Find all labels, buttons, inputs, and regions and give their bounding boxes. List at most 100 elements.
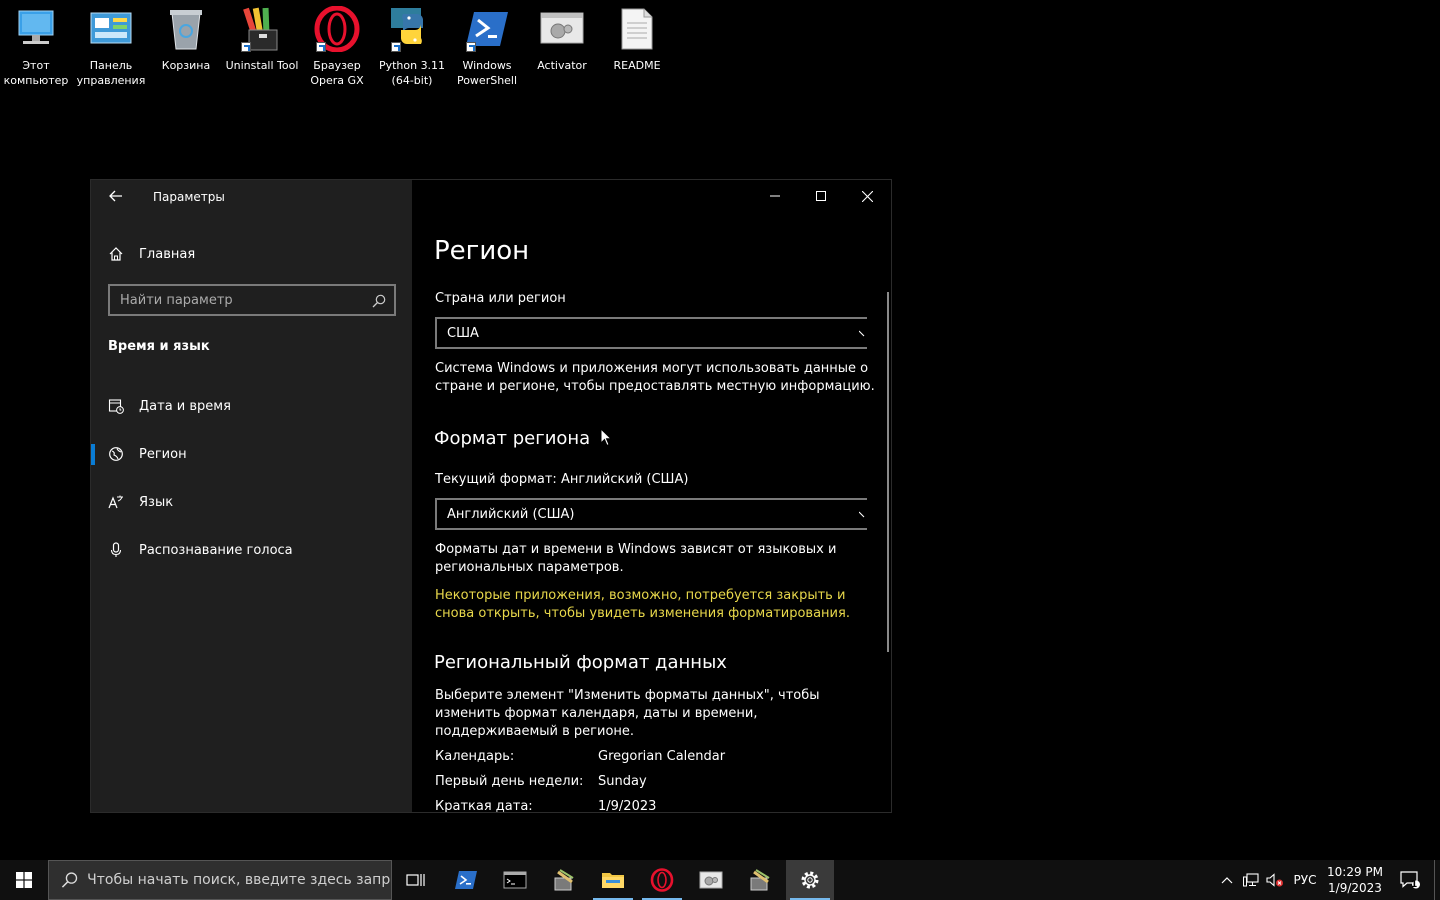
- desktop-icon-activator[interactable]: Activator: [524, 6, 600, 73]
- taskbar-powershell[interactable]: [442, 860, 490, 900]
- row-key: Краткая дата:: [435, 799, 533, 812]
- desktop-icon-python[interactable]: Python 3.11 (64-bit): [374, 6, 450, 88]
- desktop-icon-opera-gx[interactable]: Браузер Opera GX: [299, 6, 375, 88]
- country-dropdown-value: США: [447, 325, 479, 341]
- row-value: Sunday: [598, 774, 647, 789]
- country-dropdown[interactable]: США: [435, 317, 867, 349]
- task-view-icon: [406, 874, 425, 886]
- taskbar: Чтобы начать поиск, введите здесь запрос…: [0, 860, 1440, 900]
- desktop-icon-label: Этот компьютер: [3, 59, 69, 87]
- taskbar-command-prompt[interactable]: [491, 860, 539, 900]
- desktop-icon-label: Windows PowerShell: [456, 59, 518, 87]
- taskbar-opera-gx[interactable]: [638, 860, 686, 900]
- start-button[interactable]: [0, 860, 48, 900]
- task-view-button[interactable]: [392, 860, 440, 900]
- taskbar-installer-a[interactable]: [540, 860, 588, 900]
- chevron-down-icon: [859, 511, 865, 518]
- input-language-button[interactable]: РУС: [1288, 860, 1322, 900]
- minimize-button[interactable]: [752, 180, 798, 212]
- format-description: Форматы дат и времени в Windows зависят …: [435, 542, 837, 575]
- short-date-row: Краткая дата: 1/9/2023: [435, 799, 656, 812]
- volume-tray-button[interactable]: [1264, 860, 1286, 900]
- taskbar-activator[interactable]: [687, 860, 735, 900]
- back-button[interactable]: [105, 188, 127, 208]
- notification-count: 1: [1411, 880, 1418, 890]
- taskbar-search-placeholder: Чтобы начать поиск, введите здесь запрос: [87, 872, 391, 888]
- clock-time: 10:29 PM: [1327, 865, 1383, 879]
- sidebar-item-language[interactable]: Язык: [91, 482, 412, 522]
- close-button[interactable]: [844, 180, 890, 212]
- country-label: Страна или регион: [435, 291, 566, 306]
- network-icon: [1243, 873, 1259, 887]
- sidebar-item-label: Язык: [139, 494, 174, 510]
- desktop-icon-this-pc[interactable]: Этот компьютер: [0, 6, 74, 88]
- taskbar-installer-b[interactable]: [736, 860, 784, 900]
- opera-gx-icon: [650, 868, 674, 892]
- taskbar-search-box[interactable]: Чтобы начать поиск, введите здесь запрос: [48, 860, 392, 900]
- row-value: 1/9/2023: [598, 799, 657, 812]
- show-hidden-icons-button[interactable]: [1216, 860, 1238, 900]
- sidebar-item-label: Распознавание голоса: [139, 542, 293, 558]
- desktop-icon-readme[interactable]: README: [599, 6, 675, 73]
- volume-muted-icon: [1266, 873, 1283, 887]
- desktop-icon-uninstall-tool[interactable]: Uninstall Tool: [224, 6, 300, 73]
- close-icon: [861, 190, 873, 202]
- sidebar-item-date-time[interactable]: Дата и время: [91, 386, 412, 426]
- regional-format-description: Выберите элемент "Изменить форматы данны…: [435, 688, 820, 739]
- sidebar-section-title: Время и язык: [108, 339, 210, 354]
- folder-icon: [602, 873, 624, 888]
- content-scrollbar[interactable]: [887, 292, 889, 652]
- desktop-icon-label: Браузер Opera GX: [310, 59, 364, 87]
- shortcut-arrow-icon: [316, 42, 326, 52]
- desktop-icon-powershell[interactable]: Windows PowerShell: [449, 6, 525, 88]
- language-icon: [108, 494, 124, 510]
- maximize-button[interactable]: [798, 180, 844, 212]
- region-globe-icon: [108, 446, 124, 462]
- installer-icon: [554, 869, 574, 891]
- chevron-down-icon: [859, 330, 865, 337]
- taskbar-settings[interactable]: [786, 860, 834, 900]
- taskbar-file-explorer[interactable]: [589, 860, 637, 900]
- clock-date: 1/9/2023: [1328, 881, 1382, 895]
- minimize-icon: [770, 195, 780, 197]
- format-warning: Некоторые приложения, возможно, потребуе…: [435, 588, 850, 621]
- powershell-icon: [455, 871, 477, 889]
- maximize-icon: [816, 191, 826, 201]
- home-link[interactable]: Главная: [108, 244, 195, 264]
- sidebar-item-region[interactable]: Регион: [91, 434, 412, 474]
- calendar-row: Календарь: Gregorian Calendar: [435, 749, 725, 764]
- opera-gx-icon: [314, 6, 360, 52]
- installer-icon: [750, 869, 770, 891]
- python-icon: [389, 6, 435, 52]
- desktop-icon-recycle-bin[interactable]: Корзина: [148, 6, 224, 73]
- notification-center-button[interactable]: 1: [1394, 860, 1426, 900]
- settings-search-box[interactable]: [108, 284, 396, 316]
- activator-icon: [699, 871, 723, 889]
- first-day-row: Первый день недели: Sunday: [435, 774, 647, 789]
- format-dropdown[interactable]: Английский (США): [435, 498, 867, 530]
- format-heading: Формат региона: [434, 428, 591, 449]
- desktop-icon-label: Панель управления: [76, 59, 146, 87]
- control-panel-icon: [88, 6, 134, 52]
- taskbar-clock[interactable]: 10:29 PM 1/9/2023: [1322, 864, 1388, 896]
- sidebar-item-speech[interactable]: Распознавание голоса: [91, 530, 412, 570]
- uninstall-tool-icon: [239, 6, 285, 52]
- network-tray-button[interactable]: [1240, 860, 1262, 900]
- home-label: Главная: [139, 246, 196, 262]
- desktop-icon-label: Python 3.11 (64-bit): [378, 59, 446, 87]
- desktop-icon-control-panel[interactable]: Панель управления: [73, 6, 149, 88]
- shortcut-arrow-icon: [466, 42, 476, 52]
- desktop-icon-label: Activator: [537, 59, 587, 72]
- search-icon: [61, 872, 78, 888]
- search-icon[interactable]: [372, 294, 386, 308]
- settings-window: Параметры Главная Время и язык Дата и вр…: [90, 179, 892, 813]
- desktop-icon-label: Uninstall Tool: [225, 59, 299, 72]
- command-prompt-icon: [503, 871, 527, 889]
- sidebar-item-label: Дата и время: [139, 398, 231, 414]
- settings-sidebar: Параметры Главная Время и язык Дата и вр…: [91, 180, 412, 812]
- home-icon: [108, 246, 124, 262]
- settings-search-input[interactable]: [110, 286, 394, 314]
- window-title: Параметры: [153, 190, 225, 204]
- desktop-icon-label: Корзина: [161, 59, 211, 72]
- show-desktop-button[interactable]: [1434, 860, 1435, 900]
